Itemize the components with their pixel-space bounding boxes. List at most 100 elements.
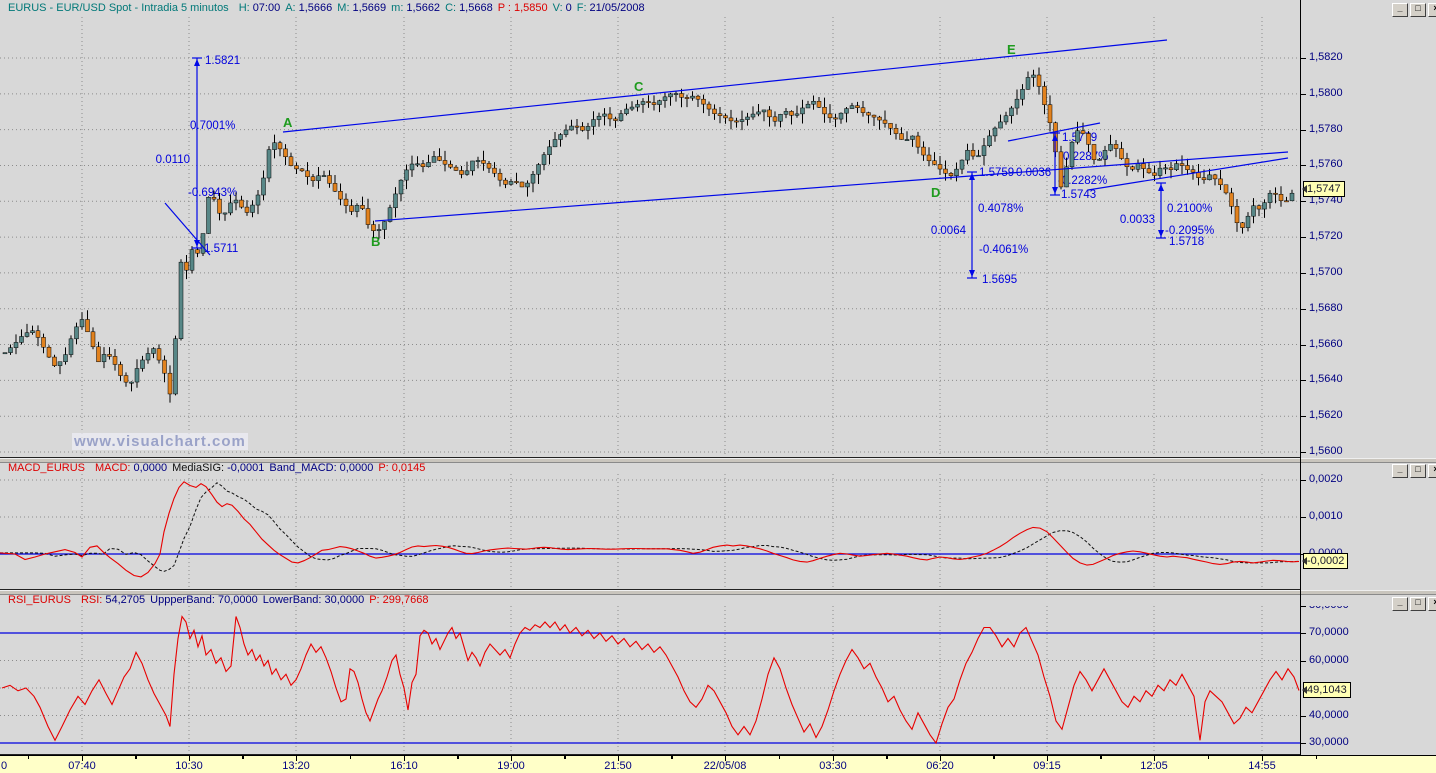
close-button[interactable]: × <box>1428 597 1436 611</box>
axis-tick-label: 30,0000 <box>1309 736 1349 748</box>
axis-tick <box>1301 93 1306 95</box>
trend-line[interactable] <box>164 202 211 256</box>
rsi-axis[interactable]: 80,0000 70,0000 60,0000 40,0000 30,0000 49,10… <box>1300 606 1436 754</box>
candle <box>822 107 827 115</box>
candle <box>1218 178 1223 186</box>
candle <box>673 93 679 95</box>
time-label: 16:10 <box>390 760 418 772</box>
axis-tick-label: 1,5760 <box>1309 158 1343 171</box>
candle <box>1212 174 1218 180</box>
axis-tick-label: 1,5800 <box>1309 86 1343 99</box>
candle <box>1003 115 1009 123</box>
candle <box>871 114 877 118</box>
rsi-line <box>1 615 1300 745</box>
axis-tick-label: 1,5780 <box>1309 122 1343 135</box>
time-label: 03:30 <box>819 760 847 772</box>
measure-line[interactable] <box>967 171 977 279</box>
minimize-button[interactable]: _ <box>1392 464 1408 478</box>
candle <box>360 205 365 209</box>
rsi-plot[interactable] <box>0 606 1300 754</box>
maximize-button[interactable]: □ <box>1410 464 1426 478</box>
axis-border-line <box>1300 0 1301 755</box>
axis-tick-label: 70,0000 <box>1309 626 1349 638</box>
price-chart-plot[interactable]: 1.58210.7001%0.0110-0.6943%1.57111.5759 0… <box>0 0 1300 458</box>
candle <box>1163 167 1168 170</box>
time-tick <box>618 756 619 761</box>
time-minor-tick <box>135 756 136 759</box>
candle <box>8 347 13 353</box>
time-minor-tick <box>457 756 458 759</box>
candle <box>96 346 101 363</box>
candle <box>420 163 426 167</box>
macd-axis[interactable]: 0,00200,00100,0000-0,0002 <box>1300 474 1436 589</box>
candle <box>778 114 783 122</box>
candle <box>932 160 937 165</box>
candle <box>1234 206 1240 224</box>
time-tick <box>404 756 405 761</box>
candle <box>442 160 448 165</box>
candle <box>690 95 695 99</box>
candle <box>310 176 316 181</box>
measure-line[interactable] <box>192 57 202 249</box>
candle <box>866 112 871 116</box>
candle <box>448 163 453 168</box>
candle <box>767 109 772 118</box>
axis-tick-label: 0,0010 <box>1309 510 1343 522</box>
candle <box>893 128 899 134</box>
candle <box>706 103 712 110</box>
candle <box>1267 192 1273 203</box>
candle <box>107 354 112 357</box>
candle <box>1278 194 1284 201</box>
candle <box>1240 222 1245 228</box>
minimize-button[interactable]: _ <box>1392 597 1408 611</box>
time-minor-tick <box>1100 756 1101 759</box>
time-label: 12:05 <box>1140 760 1168 772</box>
maximize-button[interactable]: □ <box>1410 597 1426 611</box>
candle <box>921 146 926 156</box>
time-label: 07:40 <box>68 760 96 772</box>
candle <box>173 338 178 395</box>
maximize-button[interactable]: □ <box>1410 3 1426 17</box>
measure-label: 0.0036 <box>1016 167 1051 179</box>
candle <box>783 111 789 115</box>
tag-arrow-icon <box>1302 557 1307 566</box>
close-button[interactable]: × <box>1428 3 1436 17</box>
candle <box>272 142 277 150</box>
macd-plot[interactable] <box>0 474 1300 589</box>
candle <box>1036 74 1042 87</box>
price-axis[interactable]: 1,5820 1,5800 1,5780 1,5760 1,5740 1,5720 1,57… <box>1300 15 1436 457</box>
time-axis[interactable]: 0 07:40 10:30 13:20 16:10 19:00 21:50 22/05/08 0… <box>0 755 1436 773</box>
candle <box>151 348 156 354</box>
candle <box>1042 86 1047 105</box>
candle <box>558 134 563 140</box>
candle <box>662 96 668 101</box>
candle <box>486 163 492 169</box>
minimize-button[interactable]: _ <box>1392 3 1408 17</box>
candle <box>987 135 992 147</box>
candle <box>596 115 602 120</box>
time-minor-tick <box>136 756 137 759</box>
macd-title-segment: MACD: <box>95 462 131 474</box>
candle <box>459 170 464 175</box>
macd-title-segment: MACD_EURUS <box>8 462 86 474</box>
candle <box>591 119 596 127</box>
axis-tick-label: 40,0000 <box>1309 708 1349 721</box>
candle <box>992 127 998 137</box>
candle <box>156 348 162 361</box>
axis-tick-label: 1,5600 <box>1309 445 1343 457</box>
candle <box>569 125 574 131</box>
close-button[interactable]: × <box>1428 464 1436 478</box>
candle <box>1031 74 1036 78</box>
axis-tick-label: 1,5820 <box>1309 51 1343 63</box>
candle <box>508 181 514 185</box>
candle <box>739 119 745 122</box>
trend-line[interactable] <box>374 151 1289 222</box>
axis-tick <box>1301 715 1306 717</box>
candle <box>1229 192 1234 207</box>
measure-label: 1.5695 <box>982 274 1017 286</box>
candle <box>750 113 756 118</box>
measure-label: 1.5718 <box>1169 236 1204 248</box>
candle <box>926 154 932 162</box>
time-label: 13:20 <box>282 760 310 772</box>
candle <box>915 135 921 148</box>
